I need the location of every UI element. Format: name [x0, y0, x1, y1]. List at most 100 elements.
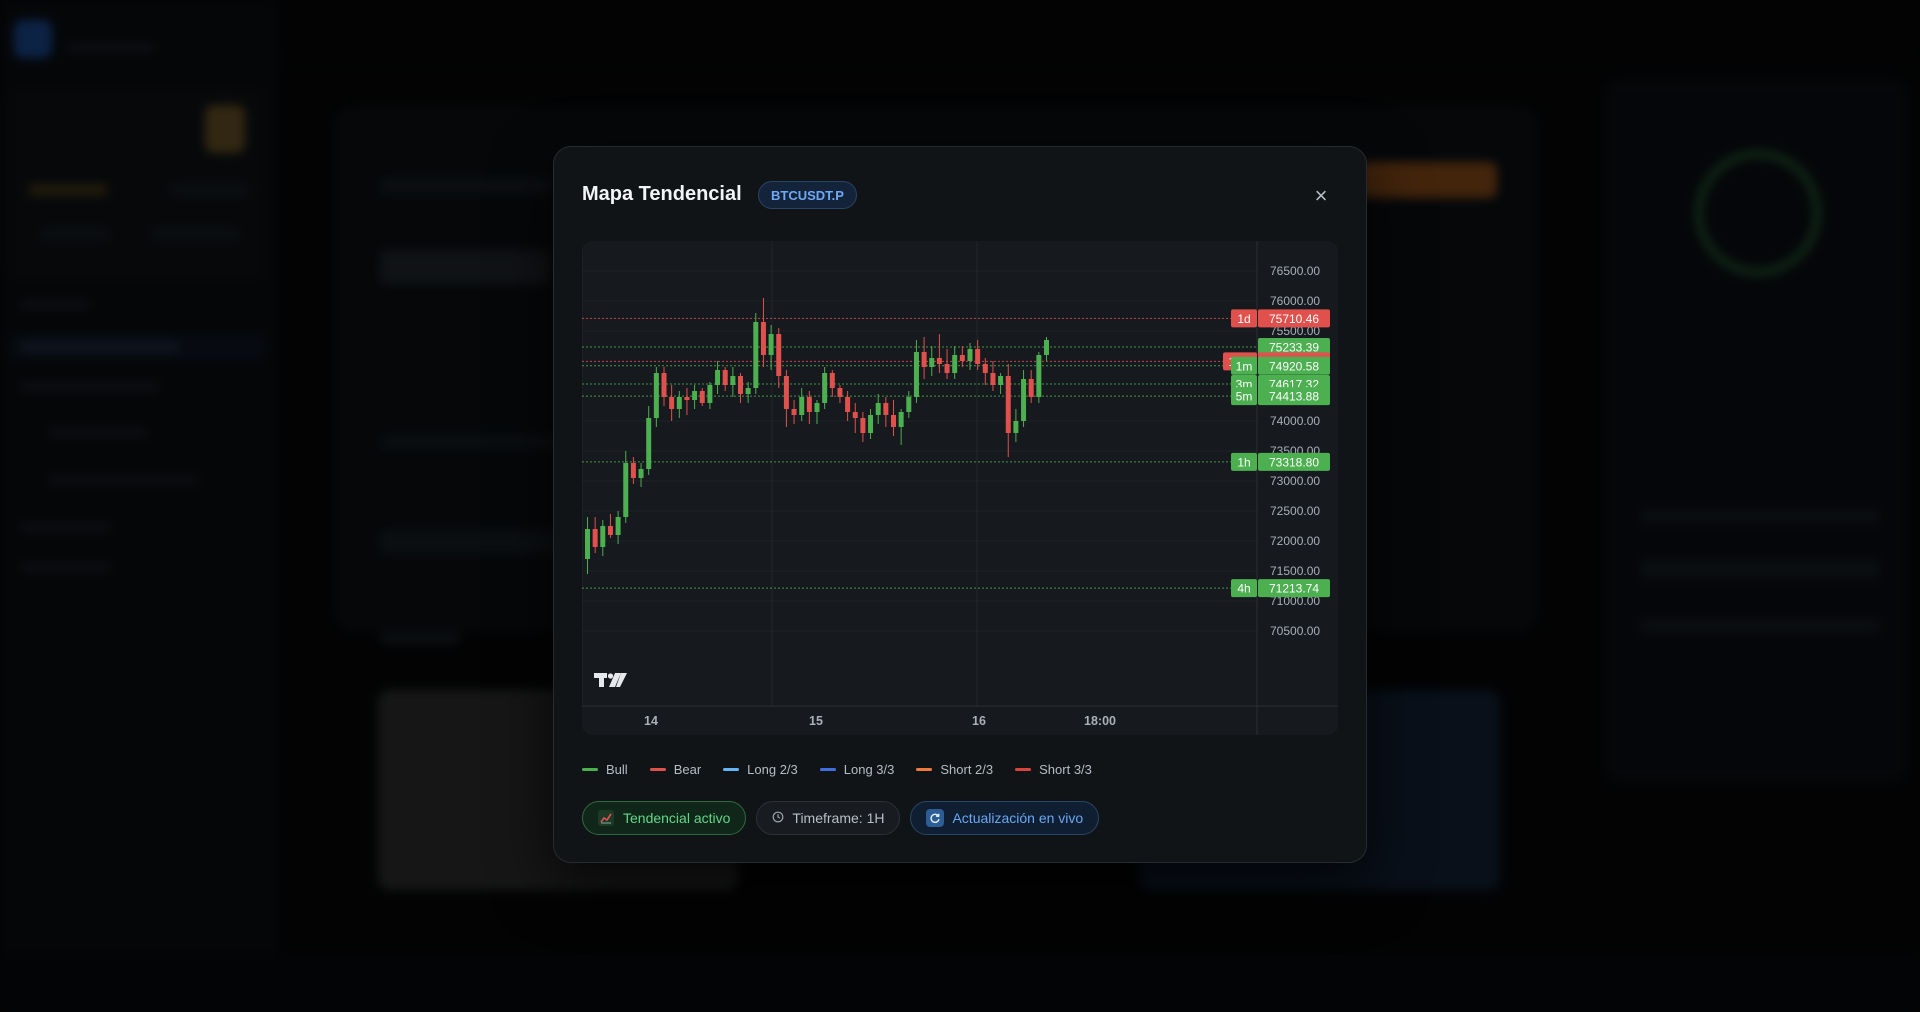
candle-body[interactable] [845, 397, 851, 412]
candle-body[interactable] [799, 397, 805, 415]
candle-body[interactable] [776, 334, 782, 376]
candle-body[interactable] [998, 376, 1004, 385]
legend-label: Bull [606, 761, 628, 777]
candle-body[interactable] [1013, 421, 1019, 433]
candle-body[interactable] [699, 391, 705, 403]
candle-body[interactable] [791, 409, 797, 415]
trend-map-modal: Mapa Tendencial BTCUSDT.P × 76500.00 7600… [553, 146, 1367, 863]
candle-body[interactable] [715, 370, 721, 385]
candle-body[interactable] [959, 355, 965, 361]
timeframe-chip[interactable]: Timeframe: 1H [756, 801, 901, 835]
candle-body[interactable] [868, 415, 874, 433]
short-2-3-swatch-icon [916, 767, 933, 771]
candle-body[interactable] [738, 376, 743, 394]
candle-body[interactable] [592, 529, 598, 547]
tradingview-logo-icon[interactable] [594, 673, 627, 687]
candle-body[interactable] [692, 391, 698, 400]
level-price-label: 75233.39 [1269, 340, 1319, 354]
level-price-label: 73318.80 [1269, 455, 1319, 469]
candle-body[interactable] [852, 412, 858, 418]
close-icon[interactable]: × [1306, 181, 1336, 211]
legend-item-long-3-3: Long 3/3 [819, 760, 894, 778]
trend-chart-icon [598, 810, 614, 826]
candle-body[interactable] [906, 397, 912, 412]
candle-body[interactable] [653, 373, 659, 418]
candle-body[interactable] [913, 352, 919, 397]
candle-body[interactable] [623, 463, 629, 517]
candle-body[interactable] [875, 403, 881, 415]
live-update-chip[interactable]: Actualización en vivo [910, 801, 1100, 835]
candle-body[interactable] [829, 373, 835, 388]
candle-body[interactable] [975, 349, 981, 364]
candle-body[interactable] [1028, 379, 1034, 397]
candle-body[interactable] [814, 403, 820, 412]
candle-body[interactable] [898, 412, 904, 427]
candle-body[interactable] [760, 322, 766, 355]
candle-body[interactable] [1021, 379, 1027, 421]
bull-swatch-icon [582, 767, 598, 771]
candle-body[interactable] [982, 364, 988, 373]
candle-body[interactable] [822, 373, 828, 403]
level-timeframe-label: 1d [1237, 312, 1250, 326]
candle-body[interactable] [745, 388, 751, 394]
bear-swatch-icon [649, 767, 666, 771]
candle-body[interactable] [883, 403, 889, 415]
candle-body[interactable] [630, 463, 636, 478]
refresh-icon [926, 809, 945, 827]
candlestick-chart[interactable]: 76500.00 76000.00 75500.00 74000.00 73500.00… [582, 241, 1338, 735]
x-tick-label: 14 [644, 714, 658, 728]
candle-body[interactable] [1036, 355, 1042, 397]
candle-body[interactable] [860, 418, 866, 433]
candle-body[interactable] [837, 388, 843, 397]
clock-icon [772, 811, 784, 826]
candle-body[interactable] [952, 355, 958, 373]
modal-title: Mapa Tendencial [582, 183, 742, 205]
candle-body[interactable] [921, 352, 927, 367]
candle-body[interactable] [722, 370, 728, 385]
live-update-label: Actualización en vivo [952, 810, 1084, 826]
legend-item-bear: Bear [649, 760, 701, 778]
candle-body[interactable] [607, 526, 613, 535]
candle-body[interactable] [929, 358, 935, 367]
candle-body[interactable] [684, 397, 690, 400]
level-timeframe-label: 5m [1236, 390, 1253, 404]
candle-body[interactable] [944, 364, 950, 373]
candle-body[interactable] [891, 415, 896, 427]
y-tick-label: 76500.00 [1270, 264, 1320, 278]
candle-body[interactable] [676, 397, 682, 409]
candle-body[interactable] [806, 397, 812, 412]
chart-legend: Bull Bear Long 2/3 Long 3/3 Short 2/3 Sh… [582, 760, 1114, 778]
legend-item-long-2-3: Long 2/3 [723, 760, 798, 778]
candle-body[interactable] [646, 418, 652, 469]
timeframe-label: Timeframe: 1H [792, 810, 885, 826]
legend-item-bull: Bull [582, 760, 628, 778]
candle-body[interactable] [936, 358, 942, 364]
y-tick-label: 74000.00 [1270, 414, 1320, 428]
level-price-label: 71213.74 [1269, 582, 1319, 596]
x-tick-label: 15 [809, 714, 823, 728]
candle-body[interactable] [783, 376, 789, 409]
legend-label: Short 3/3 [1039, 761, 1092, 777]
y-tick-label: 70500.00 [1270, 624, 1320, 638]
candle-body[interactable] [600, 526, 606, 547]
long-2-3-swatch-icon [723, 767, 740, 771]
candle-body[interactable] [967, 349, 973, 361]
candle-body[interactable] [990, 373, 996, 385]
x-tick-label: 18:00 [1084, 714, 1116, 728]
status-chips: Tendencial activo Timeframe: 1H Actualiz… [582, 801, 1109, 835]
y-tick-label: 71500.00 [1270, 564, 1320, 578]
candle-body[interactable] [768, 334, 774, 355]
candle-body[interactable] [669, 397, 675, 409]
candle-body[interactable] [615, 517, 621, 535]
candle-body[interactable] [753, 322, 759, 388]
level-price-label: 74920.58 [1269, 359, 1319, 373]
candle-body[interactable] [1044, 340, 1049, 355]
candle-body[interactable] [1005, 376, 1011, 433]
candle-body[interactable] [585, 529, 590, 559]
candle-body[interactable] [707, 385, 713, 403]
long-3-3-swatch-icon [819, 767, 836, 771]
candle-body[interactable] [661, 373, 667, 397]
candle-body[interactable] [638, 469, 644, 478]
trend-active-chip[interactable]: Tendencial activo [582, 801, 747, 835]
candle-body[interactable] [730, 376, 736, 385]
